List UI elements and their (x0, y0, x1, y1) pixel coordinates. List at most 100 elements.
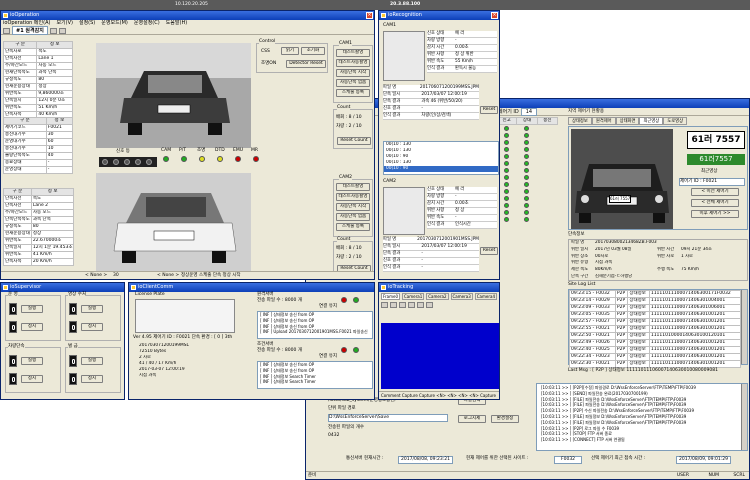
table-row[interactable]: 09:23:09 - F0033 P2P 상태정보 11111011100071406… (569, 304, 742, 312)
table-row[interactable]: 단속차선 Lane 1 (2, 55, 73, 63)
cam2-action-button[interactable]: 자동단속 멈춤 (336, 213, 370, 221)
table-row[interactable]: 단속차선 Lane 2 (3, 202, 75, 210)
table-row[interactable]: 단속차로 속도 (2, 48, 73, 56)
tab-camera2[interactable]: Camera2 (426, 293, 449, 300)
table-row[interactable]: 위반속도 41 Km/h (3, 251, 75, 259)
all-controller-button[interactable]: < 전체 제어기 (691, 199, 739, 207)
cam1-action-button[interactable]: 자동단속 시작 (336, 69, 370, 77)
light-checkbox[interactable]: 조명ON (261, 61, 276, 67)
tracking-view[interactable] (381, 323, 499, 389)
table-row[interactable]: 09:22:55 - F0021 P2P 상태정보 11111011100071406… (569, 325, 742, 333)
capture-icon[interactable] (399, 302, 406, 308)
read-button[interactable]: 읽기 (281, 47, 299, 55)
file-path-value[interactable]: D:\WssEnforceServer\Save (328, 414, 448, 422)
table-row[interactable]: 현재운용상태 정상 (3, 230, 75, 238)
stop-icon[interactable] (417, 302, 424, 308)
next-controller-button[interactable]: 이후 제어기 >> (691, 210, 739, 218)
log-scrollbar[interactable] (741, 384, 747, 450)
play-icon[interactable] (408, 302, 415, 308)
table-row[interactable]: 규정속도 80 (3, 223, 75, 231)
table-row[interactable]: 규정속도 80 (2, 76, 73, 84)
cam2-action-button[interactable]: 테스트촬영 (336, 183, 370, 191)
close-icon[interactable]: × (491, 12, 498, 19)
cam2-action-button[interactable]: 테스트자동촬영 (336, 193, 370, 201)
recognition-titlebar[interactable]: ioRecognition × (379, 11, 499, 20)
open-icon[interactable] (381, 302, 388, 308)
table-row[interactable]: 09:22:57 - F0027 P2P 상태정보 11111011100071406… (569, 318, 742, 326)
log-button[interactable]: 로그시제 (458, 415, 486, 423)
table-row[interactable]: 제어기코드 F0021 (3, 124, 74, 132)
tab-2[interactable]: 상태화면 (615, 117, 640, 125)
css-checkbox[interactable]: CSS (261, 49, 270, 55)
tab-0[interactable]: 상태정보 (568, 117, 592, 125)
cam2-action-button[interactable]: 스케줄 등록 (336, 223, 370, 231)
table-row[interactable]: 09:22:50 - F0021 P2P 상태정보 11111010000140630… (569, 332, 742, 340)
table-row[interactable]: 09:22:40 - F0025 P2P 상태정보 11111011100071406… (569, 346, 742, 354)
open-icon[interactable] (3, 27, 10, 34)
supervisor-toggle-button[interactable]: 실행 (81, 305, 103, 313)
supervisor-toggle-button[interactable]: 실행 (21, 305, 43, 313)
tab-camera4[interactable]: Camera4 (474, 293, 498, 300)
table-row[interactable]: 단속차속 20 Km/h (3, 258, 75, 266)
controller-id-value[interactable]: 14 (520, 107, 538, 116)
cam1-action-button[interactable]: 테스트촬영 (336, 49, 370, 57)
table-row[interactable]: 종료상태 - (3, 159, 74, 167)
detector-reset-button[interactable]: Detector Reset (286, 60, 326, 68)
save-icon[interactable] (49, 27, 57, 34)
tab-4[interactable]: 도로영상 (663, 117, 688, 125)
reset-count-button[interactable]: Reset Count (337, 137, 371, 145)
table-row[interactable]: 단속일시 12시 0분 0초 (2, 97, 73, 105)
table-row[interactable]: 운영대기수 60 (3, 138, 74, 146)
table-row[interactable]: 09:22:34 - F0023 P2P 상태정보 11111011100071406… (569, 353, 742, 361)
clientcomm-titlebar[interactable]: ioClientComm (129, 283, 374, 292)
supervisor-titlebar[interactable]: ioSupervisor (1, 283, 124, 292)
table-row[interactable]: 위반속도 51 Km/h (2, 104, 73, 112)
tab-camera3[interactable]: Camera3 (450, 293, 473, 300)
table-row[interactable]: 불량단속속도 40 (3, 152, 74, 160)
table-row[interactable]: 주/야간모드 자동 모드 (3, 209, 75, 217)
menu-item-5[interactable]: 도움말(H) (166, 20, 187, 26)
table-row[interactable]: 현재운용상태 정상 (2, 83, 73, 91)
supervisor-toggle-button[interactable]: 정지 (81, 323, 103, 331)
cam2-action-button[interactable]: 자동단속 시작 (336, 203, 370, 211)
list-item[interactable]: 00(10 : 90 (384, 166, 498, 172)
table-row[interactable]: 09:23:15 - F0032 P2P 상태정보 11111011100071406… (569, 290, 742, 298)
menu-item-2[interactable]: 설정(S) (79, 20, 95, 26)
cam1-action-button[interactable]: 테스트자동촬영 (336, 59, 370, 67)
cam1-action-button[interactable]: 스케줄 등록 (336, 89, 370, 97)
env-button[interactable]: 환경설정 (491, 415, 519, 423)
table-row[interactable]: 09:23:05 - F0035 P2P 상태정보 11111011100071406… (569, 311, 742, 319)
print-icon[interactable] (58, 27, 66, 34)
tab-3[interactable]: 최근영상 (639, 117, 664, 125)
save-icon[interactable] (390, 302, 397, 308)
table-row[interactable]: 위반속도 9,860000초 (2, 90, 73, 98)
tab-1[interactable]: 원격제어 (591, 117, 616, 125)
toolbar-label[interactable]: #1 원격감지 (12, 26, 48, 35)
close-icon[interactable]: × (366, 12, 373, 19)
tracking-titlebar[interactable]: ioTracking (379, 283, 499, 292)
supervisor-toggle-button[interactable]: 정지 (21, 375, 43, 383)
site-log-scrollbar[interactable] (741, 290, 747, 364)
supervisor-toggle-button[interactable]: 정지 (21, 323, 43, 331)
init-button[interactable]: 초기화 (301, 47, 325, 55)
table-row[interactable]: 09:22:30 - F0021 P2P 상태정보 11111011100071406… (569, 360, 742, 368)
table-row[interactable]: 송신대기수 10 (3, 145, 74, 153)
supervisor-toggle-button[interactable]: 실행 (21, 357, 43, 365)
controller-select[interactable]: 제어기 ID : F0021 (679, 178, 745, 186)
table-row[interactable]: 현재단속속도 과속 단속 (2, 69, 73, 77)
tab-frame0[interactable]: Frame0 (381, 293, 401, 300)
supervisor-toggle-button[interactable]: 정지 (81, 375, 103, 383)
menu-item-1[interactable]: 보기(V) (56, 20, 73, 26)
operation-titlebar[interactable]: ioOperation × (1, 11, 374, 20)
table-row[interactable]: 주/야간모드 자동 모드 (2, 62, 73, 70)
cam1-action-button[interactable]: 자동단속 멈춤 (336, 79, 370, 87)
table-row[interactable]: 운영상태 - (3, 166, 74, 174)
table-row[interactable]: 단속차선 속도 (3, 195, 75, 203)
table-row[interactable]: 09:23:14 - F0029 P2P 상태정보 11111011100071406… (569, 297, 742, 305)
menu-item-4[interactable]: 운영설정(C) (134, 20, 160, 26)
supervisor-toggle-button[interactable]: 실행 (81, 357, 103, 365)
table-row[interactable]: 송신대기수 30 (3, 131, 74, 139)
tab-camera1[interactable]: Camera1 (402, 293, 425, 300)
table-row[interactable]: 위반속도 22.670000초 (3, 237, 75, 245)
settings-icon[interactable] (426, 302, 433, 308)
